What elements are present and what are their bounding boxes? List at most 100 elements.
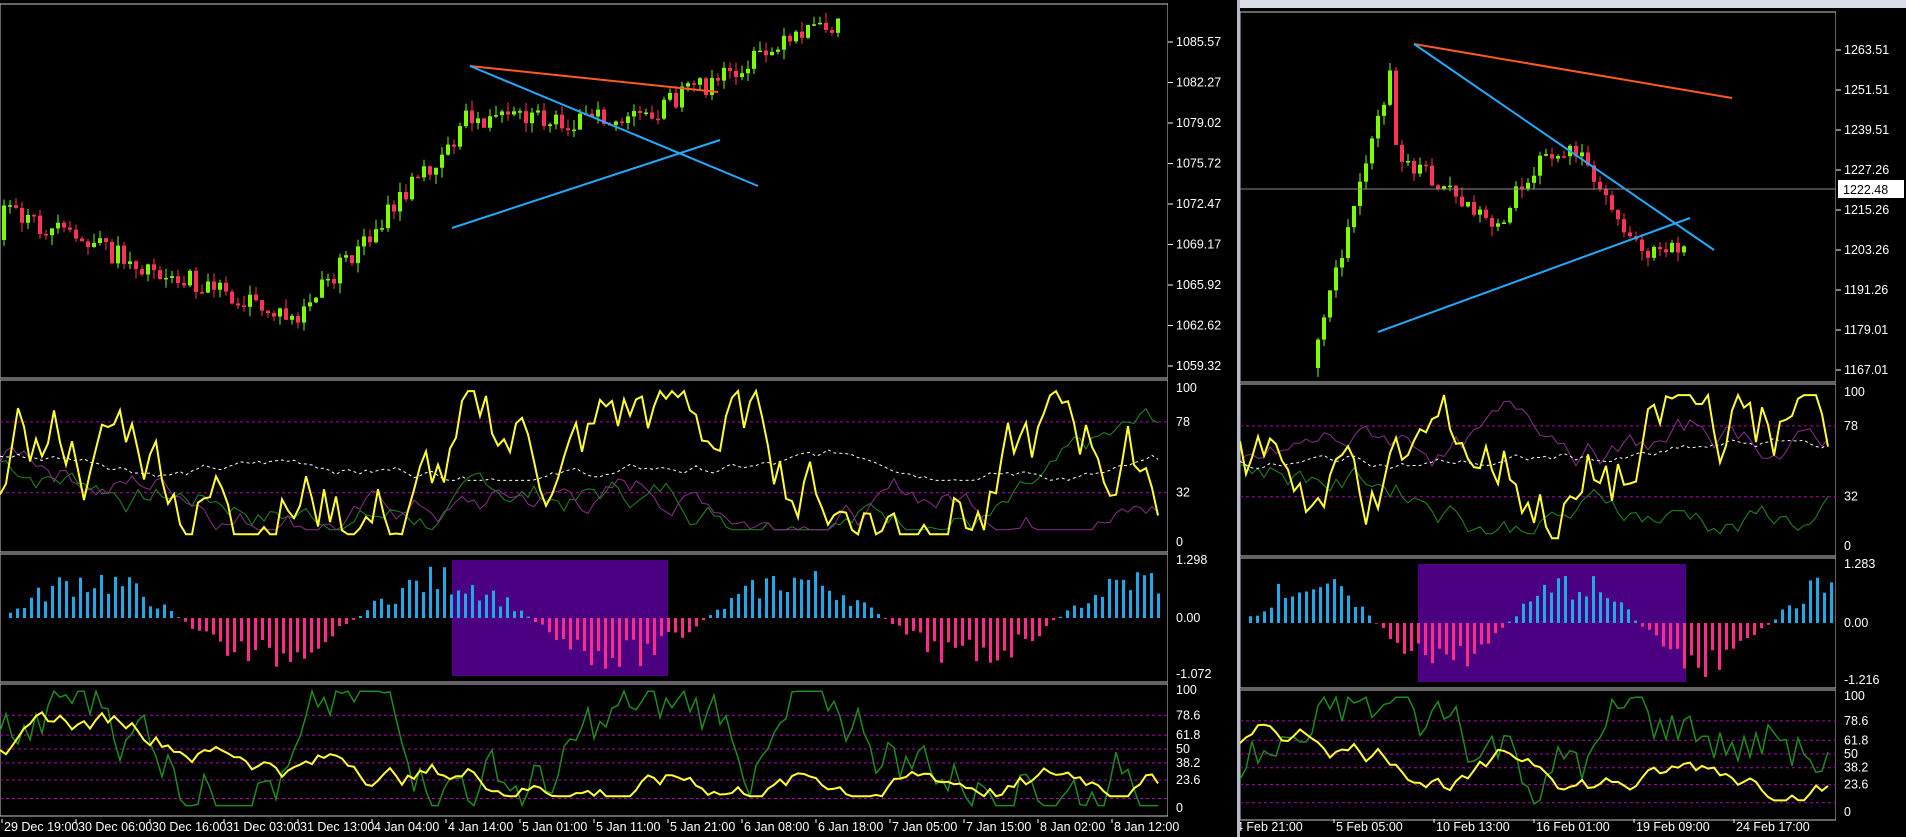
macd-histogram-bar [1157,593,1160,618]
macd-histogram-bar [191,618,194,629]
candle-body [1604,188,1608,196]
macd-histogram-bar [961,618,964,646]
candle-body [830,30,834,33]
candle-body [212,281,216,290]
macd-histogram-bar [198,618,201,631]
macd-histogram-bar [471,585,474,618]
candle-body [458,126,462,147]
macd-histogram-bar [1263,611,1266,623]
macd-histogram-bar [1031,618,1034,642]
macd-histogram-bar [114,576,117,618]
macd-axis-label: 1.298 [1176,553,1207,567]
macd-histogram-bar [1599,592,1602,623]
candle-body [344,255,348,258]
candle-body [1664,249,1668,253]
macd-histogram-bar [352,618,355,620]
candle-body [836,18,840,33]
candle-body [410,176,414,200]
macd-histogram-bar [135,583,138,618]
time-axis-label: 31 Dec 03:00 [226,820,300,834]
candle-body [104,238,108,242]
candle-body [1382,104,1386,116]
candle-body [560,114,564,129]
macd-histogram-bar [275,618,278,667]
candle-body [308,302,312,307]
osc3-axis-label: 78.6 [1176,708,1200,722]
macd-histogram-bar [121,586,124,618]
candle-body [722,67,726,81]
macd-histogram-bar [667,618,670,633]
candle-body [8,205,12,207]
right-chart-window[interactable]: 1263.51 1251.51 1239.51 1227.26 1215.26 1203.… [1240,8,1906,837]
candle-body [1412,161,1416,174]
macd-histogram-bar [72,596,75,618]
macd-histogram-bar [107,593,110,618]
candle-body [554,114,558,125]
macd-histogram-bar [877,614,880,618]
candle-body [1598,181,1602,189]
candle-body [110,241,114,264]
price-axis-label: 1263.51 [1844,43,1889,57]
time-axis-label: 4 Jan 14:00 [448,820,513,834]
macd-histogram-bar [779,590,782,618]
macd-histogram-bar [254,618,257,650]
macd-histogram-bar [1361,606,1364,623]
time-axis-label: 4 Feb 21:00 [1240,820,1303,834]
candle-body [572,129,576,132]
macd-histogram-bar [527,616,530,618]
macd-histogram-bar [1508,621,1511,623]
time-axis-label: 5 Jan 21:00 [670,820,735,834]
candle-body [536,110,540,113]
candle-body [1496,223,1500,227]
time-axis-label: 10 Feb 13:00 [1436,820,1510,834]
time-axis-label: 5 Jan 01:00 [522,820,587,834]
candle-body [1616,209,1620,220]
macd-histogram-bar [1718,623,1721,670]
macd-histogram-bar [1003,618,1006,651]
macd-histogram-bar [1592,576,1595,623]
macd-histogram-bar [401,588,404,618]
macd-histogram-bar [1431,623,1434,664]
price-axis-label: 1065.92 [1176,278,1221,292]
price-axis-label: 1167.01 [1844,363,1888,377]
macd-histogram-bar [1396,623,1399,643]
left-chart-canvas[interactable]: 1085.57 1082.27 1079.02 1075.72 1072.47 1069.… [0,0,1237,837]
macd-histogram-bar [660,618,663,637]
candle-body [362,236,366,247]
candle-body [1670,242,1674,253]
macd-histogram-bar [1466,623,1469,667]
candle-body [368,236,372,243]
macd-histogram-bar [345,618,348,624]
macd-histogram-bar [1445,623,1448,655]
osc1-axis-label: 0 [1176,535,1183,549]
left-chart-window[interactable]: 1085.57 1082.27 1079.02 1075.72 1072.47 1069.… [0,0,1237,837]
price-axis-label: 1179.01 [1844,323,1888,337]
macd-histogram-bar [394,603,397,618]
candle-body [470,110,474,124]
macd-histogram-bar [800,579,803,618]
time-axis-label: 5 Jan 11:00 [596,820,660,834]
macd-histogram-bar [534,618,537,622]
macd-histogram-bar [1017,618,1020,635]
macd-histogram-bar [1059,616,1062,618]
candle-body [1322,317,1326,340]
candle-body [242,305,246,307]
macd-histogram-bar [723,608,726,618]
price-axis-label: 1227.26 [1844,163,1889,177]
pane-price [1240,11,1837,383]
time-axis-label: 16 Feb 01:00 [1536,820,1610,834]
candle-body [2,205,6,240]
macd-histogram-bar [1641,623,1644,627]
macd-histogram-bar [1501,623,1504,628]
candle-body [794,31,798,42]
osc3-axis-label: 61.8 [1176,728,1200,742]
candle-body [80,238,84,242]
right-chart-canvas[interactable]: 1263.51 1251.51 1239.51 1227.26 1215.26 1203.… [1240,8,1906,837]
candle-body [320,279,324,298]
macd-histogram-bar [583,618,586,652]
time-axis-label: 4 Jan 04:00 [374,820,439,834]
macd-histogram-bar [926,618,929,653]
candle-body [704,78,708,95]
candle-body [1466,202,1470,207]
macd-histogram-bar [422,592,425,618]
